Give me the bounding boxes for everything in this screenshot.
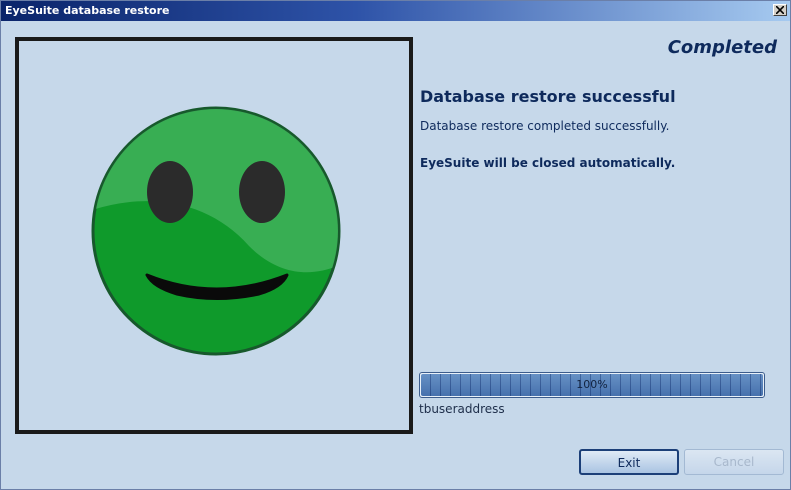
result-detail: Database restore completed successfully. (420, 119, 670, 133)
status-heading: Completed (667, 37, 777, 58)
exit-button[interactable]: Exit (579, 449, 679, 475)
result-title: Database restore successful (420, 87, 676, 106)
title-bar[interactable]: EyeSuite database restore (1, 1, 790, 21)
status-image-panel (15, 37, 413, 434)
restore-progress-bar: 100% (419, 372, 765, 398)
close-icon (776, 6, 784, 14)
progress-percent-text: 100% (576, 378, 608, 391)
window-title: EyeSuite database restore (5, 4, 170, 17)
smiley-face-icon (91, 106, 341, 356)
cancel-button[interactable]: Cancel (684, 449, 784, 475)
close-button[interactable] (773, 4, 787, 16)
current-task-label: tbuseraddress (419, 402, 505, 416)
restore-dialog-window: EyeSuite database restore Completed Data… (0, 0, 791, 490)
auto-close-note: EyeSuite will be closed automatically. (420, 156, 676, 170)
